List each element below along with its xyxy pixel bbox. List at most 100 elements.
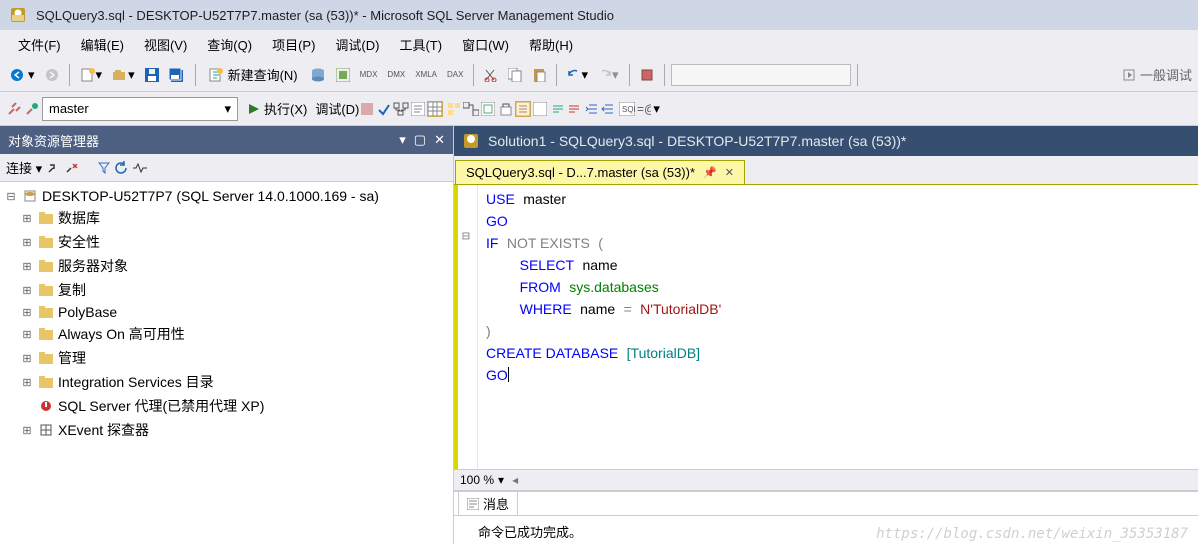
stop-button-2[interactable]: [82, 162, 94, 174]
expand-icon[interactable]: ⊞: [20, 212, 34, 225]
tree-item-polybase[interactable]: ⊞PolyBase: [0, 302, 453, 322]
change-conn-button[interactable]: [24, 101, 40, 117]
tree-item-security[interactable]: ⊞安全性: [0, 230, 453, 254]
tb-btn-d[interactable]: [515, 101, 531, 117]
database-selector[interactable]: master ▾: [42, 97, 238, 121]
cut-button[interactable]: [480, 63, 502, 87]
menu-help[interactable]: 帮助(H): [519, 31, 583, 58]
debug-button[interactable]: 调试(D): [315, 99, 359, 118]
open-button[interactable]: ▾: [108, 63, 139, 87]
expand-icon[interactable]: ⊞: [20, 284, 34, 297]
tb-btn-e[interactable]: [533, 102, 547, 116]
dmx-button[interactable]: DMX: [383, 63, 409, 87]
dax-button[interactable]: DAX: [443, 63, 467, 87]
db-icon-button[interactable]: [306, 63, 330, 87]
at-button[interactable]: =@: [637, 102, 651, 116]
debug-mode-label: 一般调试: [1122, 65, 1192, 84]
xmla-button[interactable]: XMLA: [411, 63, 441, 87]
copy-button[interactable]: [504, 63, 526, 87]
zoom-selector[interactable]: 100 % ▾ ◂: [454, 469, 1198, 491]
code-editor[interactable]: ⊟ USE master GO IF NOT EXISTS ( SELECT n…: [454, 184, 1198, 469]
menu-bar: 文件(F) 编辑(E) 视图(V) 查询(Q) 项目(P) 调试(D) 工具(T…: [0, 30, 1198, 58]
expand-icon[interactable]: ⊞: [20, 236, 34, 249]
tree-item-replication[interactable]: ⊞复制: [0, 278, 453, 302]
menu-window[interactable]: 窗口(W): [452, 31, 519, 58]
panel-pin-icon[interactable]: ▢: [414, 132, 426, 148]
expand-icon[interactable]: ⊞: [20, 260, 34, 273]
tree-item-sql-agent[interactable]: SQL Server 代理(已禁用代理 XP): [0, 394, 453, 418]
scroll-left-icon[interactable]: ◂: [512, 473, 518, 487]
db-icon2-button[interactable]: [332, 63, 354, 87]
menu-file[interactable]: 文件(F): [8, 31, 71, 58]
results-text-button[interactable]: [411, 102, 425, 116]
tree-item-alwayson[interactable]: ⊞Always On 高可用性: [0, 322, 453, 346]
tree-item-databases[interactable]: ⊞数据库: [0, 206, 453, 230]
expand-icon[interactable]: ⊞: [20, 306, 34, 319]
tree-item-integration[interactable]: ⊞Integration Services 目录: [0, 370, 453, 394]
panel-close-icon[interactable]: ✕: [434, 132, 445, 148]
tb-btn-b[interactable]: [481, 102, 495, 116]
menu-project[interactable]: 项目(P): [262, 31, 325, 58]
document-tab[interactable]: SQLQuery3.sql - D...7.master (sa (53))* …: [455, 160, 745, 184]
menu-view[interactable]: 视图(V): [134, 31, 197, 58]
outdent-button[interactable]: [601, 103, 615, 115]
paste-button[interactable]: [528, 63, 550, 87]
connection-button[interactable]: [6, 101, 22, 117]
tb-btn-a[interactable]: [463, 102, 479, 116]
search-box[interactable]: [671, 64, 851, 86]
sql-code[interactable]: USE master GO IF NOT EXISTS ( SELECT nam…: [478, 185, 729, 469]
tree-item-management[interactable]: ⊞管理: [0, 346, 453, 370]
document-header: Solution1 - SQLQuery3.sql - DESKTOP-U52T…: [454, 126, 1198, 156]
pin-icon[interactable]: 📌: [703, 166, 717, 179]
disconnect-all-button[interactable]: [64, 161, 78, 175]
nav-fwd-button[interactable]: [41, 63, 63, 87]
design-button[interactable]: [447, 102, 461, 116]
expand-icon[interactable]: ⊞: [20, 424, 34, 437]
undo-button[interactable]: ▾: [563, 63, 592, 87]
panel-dropdown-icon[interactable]: ▾: [399, 132, 406, 148]
menu-debug[interactable]: 调试(D): [325, 31, 389, 58]
tb-btn-c[interactable]: [499, 102, 513, 116]
redo-button[interactable]: ▾: [594, 63, 623, 87]
refresh-button[interactable]: [114, 161, 128, 175]
tree-item-server-objects[interactable]: ⊞服务器对象: [0, 254, 453, 278]
filter-button[interactable]: [98, 162, 110, 174]
stop-button[interactable]: [361, 103, 373, 115]
tool-button[interactable]: [636, 63, 658, 87]
plan-button[interactable]: [393, 102, 409, 116]
tree-item-xevent[interactable]: ⊞XEvent 探查器: [0, 418, 453, 442]
document-tab-label: SQLQuery3.sql - D...7.master (sa (53))*: [466, 165, 695, 180]
new-query-button[interactable]: 新建查询(N): [202, 63, 304, 87]
new-item-button[interactable]: ▾: [76, 63, 107, 87]
object-explorer-title: 对象资源管理器: [8, 131, 99, 150]
sqlcmd-button[interactable]: SQL: [619, 102, 635, 116]
collapse-icon[interactable]: ⊟: [4, 190, 18, 203]
messages-tab[interactable]: 消息: [458, 491, 518, 515]
uncomment-button[interactable]: [567, 103, 581, 115]
nav-back-button[interactable]: ▾: [6, 63, 39, 87]
messages-body: 命令已成功完成。 https://blog.csdn.net/weixin_35…: [454, 516, 1198, 544]
connect-button[interactable]: 连接 ▾: [6, 158, 42, 177]
mdx-button[interactable]: MDX: [356, 63, 382, 87]
expand-icon[interactable]: ⊞: [20, 352, 34, 365]
save-all-button[interactable]: [165, 63, 189, 87]
indent-button[interactable]: [585, 103, 599, 115]
disconnect-button[interactable]: [46, 161, 60, 175]
collapse-icon[interactable]: ⊟: [462, 229, 470, 244]
tree-server-node[interactable]: ⊟ DESKTOP-U52T7P7 (SQL Server 14.0.1000.…: [0, 186, 453, 206]
close-icon[interactable]: ✕: [725, 166, 734, 179]
results-grid-button[interactable]: [427, 101, 443, 117]
parse-button[interactable]: [377, 102, 391, 116]
expand-icon[interactable]: ⊞: [20, 376, 34, 389]
expand-icon[interactable]: ⊞: [20, 328, 34, 341]
comment-button[interactable]: [551, 103, 565, 115]
menu-edit[interactable]: 编辑(E): [71, 31, 134, 58]
save-button[interactable]: [141, 63, 163, 87]
zoom-value: 100 %: [460, 473, 494, 487]
window-title: SQLQuery3.sql - DESKTOP-U52T7P7.master (…: [36, 8, 614, 23]
activity-button[interactable]: [132, 162, 148, 174]
dropdown-final[interactable]: ▾: [653, 101, 660, 117]
menu-tools[interactable]: 工具(T): [389, 31, 452, 58]
execute-button[interactable]: 执行(X): [242, 97, 313, 120]
menu-query[interactable]: 查询(Q): [197, 31, 262, 58]
